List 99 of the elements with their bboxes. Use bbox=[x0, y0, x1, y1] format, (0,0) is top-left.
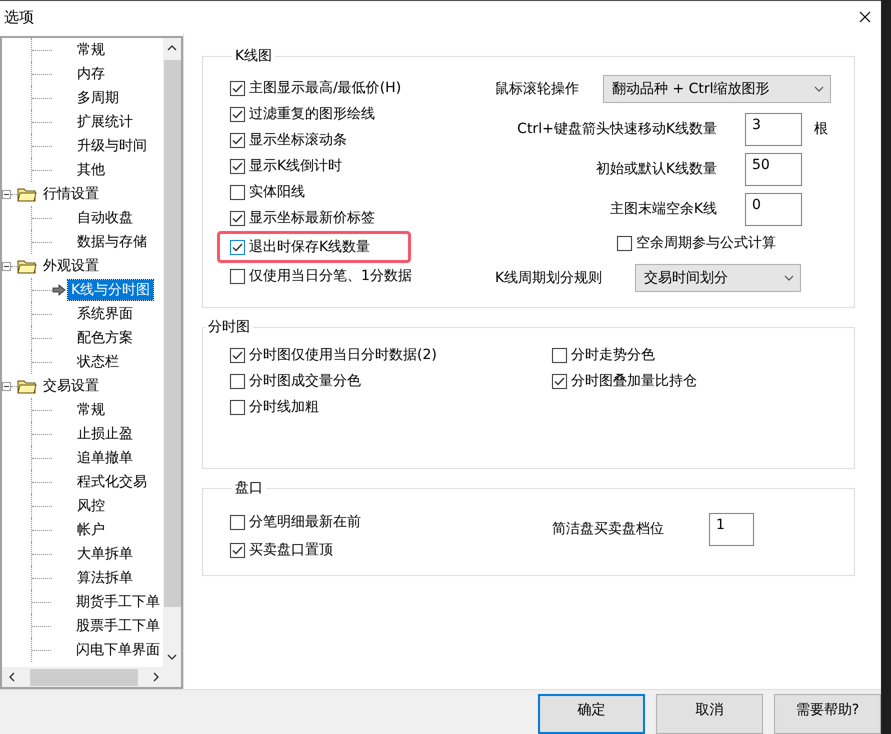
checkmark-icon bbox=[232, 136, 243, 145]
tree-item[interactable]: 闪电下单界面 bbox=[73, 640, 163, 660]
checkbox[interactable] bbox=[230, 106, 245, 122]
unit-label: 根 bbox=[814, 120, 828, 138]
checkbox[interactable] bbox=[230, 210, 245, 226]
checkbox[interactable] bbox=[230, 184, 245, 200]
checkbox[interactable] bbox=[230, 132, 245, 148]
tree-folder[interactable]: 交易设置 bbox=[43, 377, 99, 396]
checkbox[interactable] bbox=[230, 374, 245, 389]
checkbox-label: 实体阳线 bbox=[249, 183, 305, 202]
checkmark-icon bbox=[232, 242, 243, 252]
checkmark-icon bbox=[232, 546, 243, 555]
group-title: 盘口 bbox=[234, 479, 264, 498]
field-label: 简洁盘买卖盘档位 bbox=[552, 520, 665, 538]
checkmark-icon bbox=[232, 84, 243, 93]
checkbox-label: 显示K线倒计时 bbox=[249, 157, 342, 176]
checkbox-label: 过滤重复的图形绘线 bbox=[249, 105, 375, 124]
checkbox-label: 显示坐标最新价标签 bbox=[249, 209, 375, 228]
dropdown[interactable]: 翻动品种 + Ctrl缩放图形 bbox=[603, 75, 831, 104]
tree-folder[interactable]: 行情设置 bbox=[43, 185, 99, 204]
folder-icon bbox=[17, 378, 37, 394]
tree-item[interactable]: 程式化交易 bbox=[74, 472, 150, 492]
tree-folder[interactable]: 外观设置 bbox=[43, 257, 99, 276]
dialog-button[interactable]: 需要帮助? bbox=[774, 694, 881, 734]
tree-item[interactable]: 止损止盈 bbox=[74, 424, 136, 444]
checkbox-label: 退出时保存K线数量 bbox=[249, 238, 370, 256]
checkbox[interactable] bbox=[230, 348, 245, 363]
field-label: 主图末端空余K线 bbox=[608, 200, 717, 218]
vertical-scrollbar[interactable] bbox=[163, 38, 181, 667]
checkmark-icon bbox=[554, 376, 565, 386]
checkbox[interactable] bbox=[552, 348, 567, 363]
tree-item[interactable]: 系统界面 bbox=[74, 304, 136, 324]
tree-item[interactable]: 风控 bbox=[74, 496, 108, 516]
tree-item[interactable]: 自动收盘 bbox=[74, 208, 136, 228]
tree-item[interactable]: 算法拆单 bbox=[74, 568, 136, 588]
folder-icon bbox=[17, 186, 37, 202]
tree-item[interactable]: 帐户 bbox=[74, 520, 108, 540]
field-label: 鼠标滚轮操作 bbox=[495, 80, 580, 98]
tree-item[interactable]: 扩展统计 bbox=[74, 112, 136, 132]
checkbox[interactable] bbox=[230, 400, 245, 415]
chevron-down-icon bbox=[784, 275, 794, 282]
checkbox-label: 主图显示最高/最低价(H) bbox=[249, 79, 402, 98]
checkbox-label: 分时图成交量分色 bbox=[249, 372, 361, 390]
tree-item[interactable]: 多周期 bbox=[74, 88, 122, 108]
checkbox-label: 分时线加粗 bbox=[249, 398, 319, 416]
dialog-button[interactable]: 取消 bbox=[656, 694, 763, 734]
number-field[interactable]: 1 bbox=[709, 512, 754, 546]
field-label: K线周期划分规则 bbox=[495, 269, 604, 288]
horizontal-scrollbar[interactable] bbox=[2, 667, 181, 687]
tree-item[interactable]: 状态栏 bbox=[74, 352, 122, 372]
collapse-icon[interactable] bbox=[2, 382, 11, 391]
group-title: 分时图 bbox=[207, 318, 251, 336]
folder-icon bbox=[17, 258, 37, 274]
checkbox-label: 分时图仅使用当日分时数据(2) bbox=[249, 346, 437, 364]
tree-item[interactable]: 配色方案 bbox=[74, 328, 136, 348]
checkbox-label: 分笔明细最新在前 bbox=[249, 513, 361, 532]
chevron-down-icon bbox=[814, 86, 824, 92]
checkbox-label: 显示坐标滚动条 bbox=[249, 131, 347, 150]
checkmark-icon bbox=[232, 162, 243, 171]
checkbox[interactable] bbox=[230, 542, 245, 558]
tree-item[interactable]: 大单拆单 bbox=[74, 544, 136, 564]
checkbox-label: 空余周期参与公式计算 bbox=[636, 234, 776, 252]
arrow-right-icon bbox=[52, 284, 66, 296]
dialog-button[interactable]: 确定 bbox=[538, 694, 645, 734]
tree-item[interactable]: 其他 bbox=[74, 160, 108, 180]
tree-item[interactable]: 追单撤单 bbox=[74, 448, 136, 468]
checkbox-label: 仅使用当日分笔、1分数据 bbox=[249, 267, 412, 286]
collapse-icon[interactable] bbox=[2, 262, 11, 271]
tree-item[interactable]: 常规 bbox=[74, 40, 108, 60]
dropdown[interactable]: 交易时间划分 bbox=[635, 264, 801, 292]
window-title: 选项 bbox=[4, 8, 34, 27]
group-title: K线图 bbox=[234, 47, 274, 66]
checkbox[interactable] bbox=[230, 158, 245, 174]
number-field[interactable]: 3 bbox=[745, 112, 802, 146]
tree-item[interactable]: 数据与存储 bbox=[74, 232, 150, 252]
checkbox[interactable] bbox=[230, 80, 245, 96]
checkmark-icon bbox=[232, 214, 243, 223]
checkbox-label: 分时走势分色 bbox=[571, 346, 655, 364]
checkbox[interactable] bbox=[552, 374, 567, 389]
checkbox-label: 买卖盘口置顶 bbox=[249, 541, 333, 560]
tree-item[interactable]: 股票手工下单 bbox=[73, 616, 163, 636]
checkbox[interactable] bbox=[230, 240, 245, 255]
tree-item[interactable]: 升级与时间 bbox=[74, 136, 150, 156]
field-label: Ctrl+键盘箭头快速移动K线数量 bbox=[516, 120, 717, 138]
checkbox[interactable] bbox=[230, 514, 245, 530]
checkbox[interactable] bbox=[230, 268, 245, 284]
tree-item[interactable]: 期货手工下单 bbox=[73, 592, 163, 612]
tree-item[interactable]: 常规 bbox=[74, 400, 108, 420]
number-field[interactable]: 0 bbox=[745, 192, 802, 226]
checkmark-icon bbox=[232, 350, 243, 360]
number-field[interactable]: 50 bbox=[745, 152, 802, 186]
tree-item[interactable]: K线与分时图 bbox=[68, 280, 154, 300]
close-icon[interactable] bbox=[859, 11, 871, 24]
checkbox[interactable] bbox=[617, 236, 632, 251]
field-label: 初始或默认K线数量 bbox=[594, 160, 717, 178]
checkmark-icon bbox=[232, 110, 243, 119]
tree-item[interactable]: 内存 bbox=[74, 64, 108, 84]
checkbox-label: 分时图叠加量比持仓 bbox=[571, 372, 697, 390]
collapse-icon[interactable] bbox=[2, 190, 11, 199]
